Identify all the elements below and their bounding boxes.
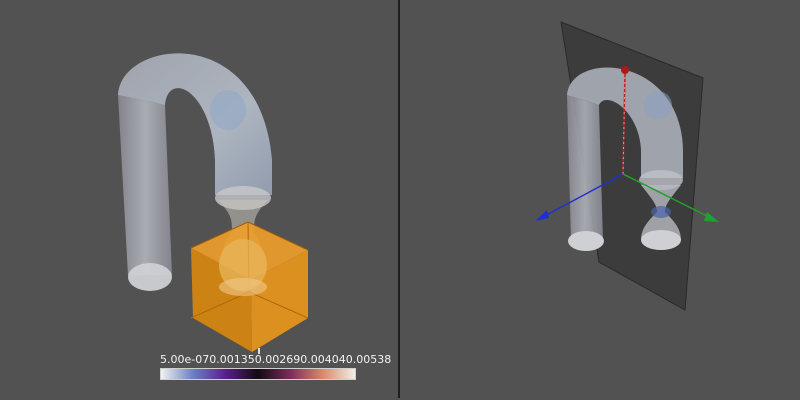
color-legend[interactable]: 5.00e-07 0.00135 0.00269 0.00404 0.00538 (160, 348, 391, 380)
pipe-left-end (568, 231, 604, 251)
pipe-arch-blue-patch (210, 90, 246, 130)
color-legend-tick-1: 0.00135 (209, 353, 255, 366)
color-legend-marker (258, 348, 260, 354)
left-render-view[interactable]: 5.00e-07 0.00135 0.00269 0.00404 0.00538 (0, 0, 400, 398)
axis-y-tip (621, 66, 629, 74)
right-render-view[interactable] (401, 0, 800, 398)
color-legend-tick-4: 0.00538 (345, 353, 392, 366)
pipe-left-leg (118, 95, 172, 275)
axis-x-arrowhead (535, 210, 549, 221)
pipe-left-end (128, 263, 172, 291)
nozzle-bulb-base (219, 278, 267, 296)
color-legend-tick-3: 0.00404 (300, 353, 346, 366)
right-scene[interactable] (401, 0, 800, 398)
color-legend-tick-0: 5.00e-07 (160, 353, 210, 366)
left-scene[interactable] (0, 0, 398, 398)
pipe-arch-blue-patch (644, 91, 672, 119)
nozzle-blue-ring (651, 206, 671, 218)
color-legend-tick-2: 0.00269 (254, 353, 301, 366)
nozzle-end (641, 230, 681, 250)
axis-z-arrowhead (704, 212, 719, 222)
pipe-left-leg (567, 95, 603, 242)
color-legend-gradient (160, 368, 356, 380)
